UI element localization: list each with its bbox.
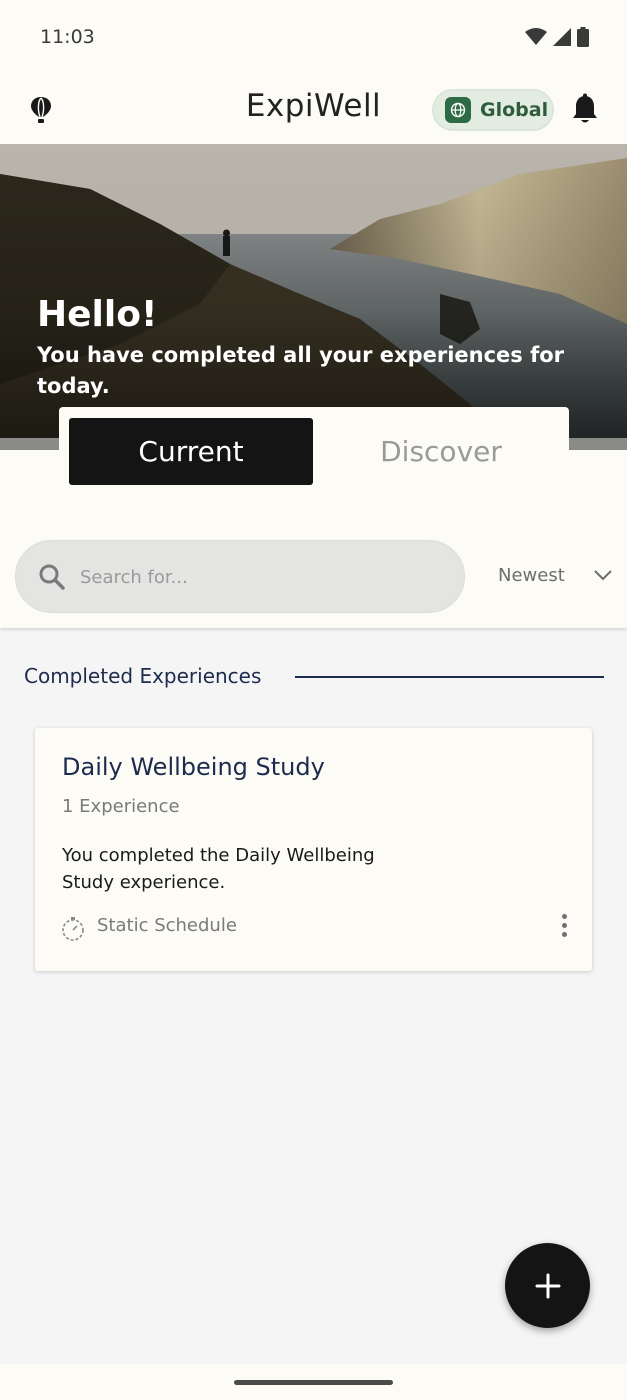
system-nav-bar (0, 1364, 627, 1400)
globe-icon (445, 97, 471, 123)
hero-banner: Hello! You have completed all your exper… (0, 144, 627, 450)
battery-icon (577, 27, 589, 47)
tab-discover[interactable]: Discover (319, 418, 563, 485)
search-bar[interactable] (15, 540, 465, 613)
global-scope-chip[interactable]: Global (432, 89, 554, 131)
home-gesture-handle[interactable] (234, 1380, 393, 1385)
bell-icon[interactable] (570, 93, 600, 125)
tab-switcher: Current Discover (59, 407, 569, 497)
tab-current[interactable]: Current (69, 418, 313, 485)
status-time: 11:03 (40, 26, 95, 48)
search-input[interactable] (80, 561, 440, 593)
global-chip-label: Global (480, 99, 549, 121)
experience-card[interactable]: Daily Wellbeing Study 1 Experience You c… (35, 728, 592, 971)
hero-message: You have completed all your experiences … (37, 343, 565, 398)
section-title: Completed Experiences (24, 664, 262, 688)
wifi-icon (525, 28, 547, 45)
signal-icon (553, 28, 571, 46)
sort-dropdown[interactable]: Newest (498, 565, 565, 586)
more-options-icon[interactable] (555, 914, 573, 942)
add-experience-button[interactable] (505, 1243, 590, 1328)
status-icons (525, 27, 589, 47)
section-divider (295, 676, 604, 678)
search-icon (39, 564, 65, 590)
plus-icon (535, 1273, 560, 1298)
chevron-down-icon[interactable] (594, 569, 612, 581)
stopwatch-icon (62, 917, 84, 941)
card-title: Daily Wellbeing Study (62, 753, 325, 781)
card-description: You completed the Daily Wellbeing Study … (62, 845, 375, 893)
card-experience-count: 1 Experience (62, 796, 180, 817)
app-header: ExpiWell Global (0, 76, 627, 144)
hero-greeting: Hello! (37, 294, 158, 335)
card-schedule-type: Static Schedule (97, 915, 237, 936)
status-bar: 11:03 (0, 0, 627, 76)
